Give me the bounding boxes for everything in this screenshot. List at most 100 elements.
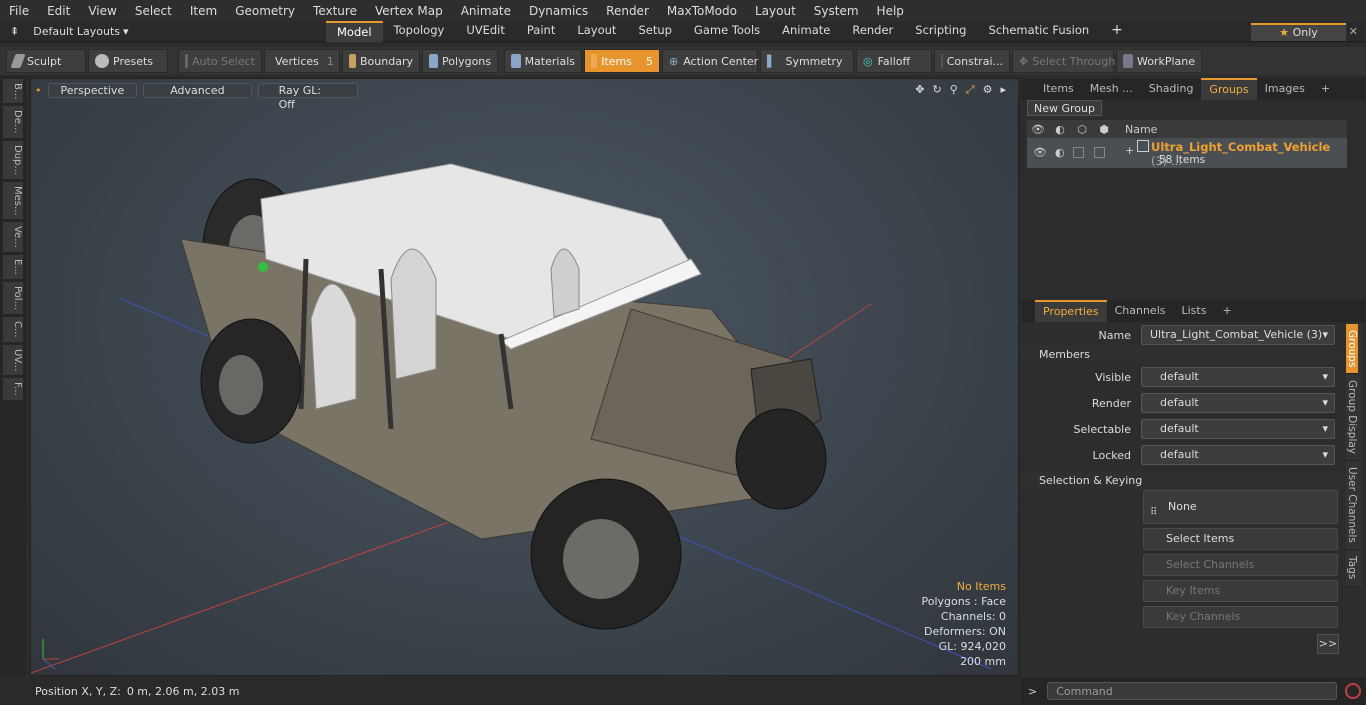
menu-edit[interactable]: Edit bbox=[38, 0, 79, 22]
tab-groups[interactable]: Groups bbox=[1201, 78, 1257, 100]
group-row[interactable]: 👁 ◐ + Ultra_Light_Combat_Vehicle (3) ...… bbox=[1027, 138, 1347, 168]
fit-view-icon[interactable]: ⤢ bbox=[966, 83, 975, 97]
tab-uvedit[interactable]: UVEdit bbox=[455, 21, 516, 42]
menu-vertex-map[interactable]: Vertex Map bbox=[366, 0, 452, 22]
layouts-dropdown[interactable]: ⇞ Default Layouts ▾ bbox=[0, 25, 300, 38]
materials-button[interactable]: Materials bbox=[504, 49, 582, 73]
add-tab-icon[interactable]: + bbox=[1100, 21, 1134, 42]
tab-setup[interactable]: Setup bbox=[627, 21, 682, 42]
presets-button[interactable]: Presets bbox=[88, 49, 168, 73]
constraints-button[interactable]: Constrai... bbox=[934, 49, 1010, 73]
tab-scripting[interactable]: Scripting bbox=[904, 21, 977, 42]
action-center-button[interactable]: ⊕ Action Center bbox=[662, 49, 758, 73]
menu-file[interactable]: File bbox=[0, 0, 38, 22]
left-tab-9[interactable]: UV... bbox=[3, 344, 23, 375]
shading-dropdown[interactable]: Advanced bbox=[143, 82, 252, 98]
left-tab-7[interactable]: Pol... bbox=[3, 281, 23, 314]
visible-dropdown[interactable]: default bbox=[1141, 367, 1335, 387]
render-dropdown[interactable]: default bbox=[1141, 393, 1335, 413]
tab-images[interactable]: Images bbox=[1257, 79, 1313, 99]
tab-shading[interactable]: Shading bbox=[1141, 79, 1202, 99]
pan-icon[interactable]: ✥ bbox=[915, 83, 924, 97]
menu-maxtomodo[interactable]: MaxToModo bbox=[658, 0, 746, 22]
menu-help[interactable]: Help bbox=[868, 0, 913, 22]
selection-keying-section[interactable]: Selection & Keying bbox=[1021, 472, 1341, 490]
boundary-button[interactable]: Boundary bbox=[342, 49, 420, 73]
none-button[interactable]: ⠿ None bbox=[1143, 490, 1338, 524]
polygons-button[interactable]: Polygons bbox=[422, 49, 498, 73]
left-tab-5[interactable]: Ve... bbox=[3, 222, 23, 253]
add-prop-tab-icon[interactable]: + bbox=[1214, 301, 1239, 321]
play-arrow-icon[interactable]: ▸ bbox=[1000, 83, 1006, 97]
left-tab-4[interactable]: Mes... bbox=[3, 181, 23, 220]
vtab-group-display[interactable]: Group Display bbox=[1346, 374, 1358, 462]
more-button[interactable]: >> bbox=[1317, 634, 1339, 654]
menu-select[interactable]: Select bbox=[126, 0, 181, 22]
tab-properties[interactable]: Properties bbox=[1035, 300, 1107, 322]
tab-game-tools[interactable]: Game Tools bbox=[683, 21, 771, 42]
add-panel-tab-icon[interactable]: + bbox=[1313, 79, 1338, 99]
rotate-icon[interactable]: ↻ bbox=[933, 83, 942, 97]
workplane-button[interactable]: WorkPlane bbox=[1116, 49, 1202, 73]
menu-dynamics[interactable]: Dynamics bbox=[520, 0, 597, 22]
left-tab-8[interactable]: C... bbox=[3, 316, 23, 342]
falloff-button[interactable]: ◎ Falloff bbox=[856, 49, 932, 73]
name-input[interactable]: Ultra_Light_Combat_Vehicle (3) bbox=[1141, 325, 1335, 345]
left-tab-2[interactable]: De... bbox=[3, 106, 23, 138]
vertices-button[interactable]: Vertices 1 bbox=[264, 49, 340, 73]
tab-model[interactable]: Model bbox=[326, 21, 383, 42]
select-through-button[interactable]: ✥ Select Through bbox=[1012, 49, 1115, 73]
select-toggle-box[interactable] bbox=[1073, 147, 1084, 158]
menu-geometry[interactable]: Geometry bbox=[226, 0, 304, 22]
only-toggle[interactable]: ★ Only bbox=[1251, 23, 1346, 41]
left-tab-10[interactable]: F... bbox=[3, 377, 23, 400]
left-tab-3[interactable]: Dup... bbox=[3, 140, 23, 179]
viewport-menu-icon[interactable]: • bbox=[35, 84, 42, 97]
new-group-button[interactable]: New Group bbox=[1027, 100, 1102, 116]
visibility-toggle-icon[interactable]: 👁 bbox=[1033, 146, 1047, 159]
selectable-dropdown[interactable]: default bbox=[1141, 419, 1335, 439]
raygl-dropdown[interactable]: Ray GL: Off bbox=[257, 82, 358, 111]
menu-layout[interactable]: Layout bbox=[746, 0, 805, 22]
close-icon[interactable]: ✕ bbox=[1349, 25, 1358, 38]
settings-gear-icon[interactable]: ⚙ bbox=[983, 83, 993, 97]
key-items-button[interactable]: Key Items bbox=[1143, 580, 1338, 602]
3d-viewport[interactable]: • Perspective Advanced Ray GL: Off ✥ ↻ ⚲… bbox=[30, 78, 1019, 676]
perspective-dropdown[interactable]: Perspective bbox=[47, 82, 138, 98]
menu-render[interactable]: Render bbox=[597, 0, 658, 22]
left-tab-6[interactable]: E... bbox=[3, 255, 23, 279]
tab-schematic-fusion[interactable]: Schematic Fusion bbox=[977, 21, 1100, 42]
auto-select-button[interactable]: Auto Select bbox=[178, 49, 262, 73]
items-button[interactable]: Items 5 bbox=[584, 49, 660, 73]
tab-items[interactable]: Items bbox=[1035, 79, 1082, 99]
vtab-groups[interactable]: Groups bbox=[1346, 324, 1358, 375]
vtab-tags[interactable]: Tags bbox=[1346, 550, 1358, 587]
command-input[interactable]: Command bbox=[1047, 682, 1338, 700]
members-section[interactable]: Members bbox=[1021, 346, 1341, 364]
menu-animate[interactable]: Animate bbox=[452, 0, 520, 22]
tab-paint[interactable]: Paint bbox=[516, 21, 566, 42]
tab-channels[interactable]: Channels bbox=[1107, 301, 1174, 321]
tab-topology[interactable]: Topology bbox=[383, 21, 456, 42]
vtab-user-channels[interactable]: User Channels bbox=[1346, 461, 1358, 551]
render-toggle-icon[interactable]: ◐ bbox=[1055, 146, 1065, 159]
menu-view[interactable]: View bbox=[79, 0, 125, 22]
tab-lists[interactable]: Lists bbox=[1174, 301, 1215, 321]
tab-layout[interactable]: Layout bbox=[566, 21, 627, 42]
locked-dropdown[interactable]: default bbox=[1141, 445, 1335, 465]
tab-render[interactable]: Render bbox=[841, 21, 904, 42]
menu-item[interactable]: Item bbox=[181, 0, 226, 22]
zoom-icon[interactable]: ⚲ bbox=[950, 83, 958, 97]
key-channels-button[interactable]: Key Channels bbox=[1143, 606, 1338, 628]
tab-mesh[interactable]: Mesh ... bbox=[1082, 79, 1141, 99]
select-channels-button[interactable]: Select Channels bbox=[1143, 554, 1338, 576]
select-items-button[interactable]: Select Items bbox=[1143, 528, 1338, 550]
sculpt-button[interactable]: Sculpt bbox=[6, 49, 86, 73]
expand-icon[interactable]: + bbox=[1125, 144, 1134, 157]
menu-system[interactable]: System bbox=[805, 0, 868, 22]
symmetry-button[interactable]: ▌ Symmetry bbox=[760, 49, 854, 73]
lock-toggle-box[interactable] bbox=[1094, 147, 1105, 158]
menu-texture[interactable]: Texture bbox=[304, 0, 366, 22]
tab-animate[interactable]: Animate bbox=[771, 21, 841, 42]
record-icon[interactable] bbox=[1345, 683, 1362, 699]
